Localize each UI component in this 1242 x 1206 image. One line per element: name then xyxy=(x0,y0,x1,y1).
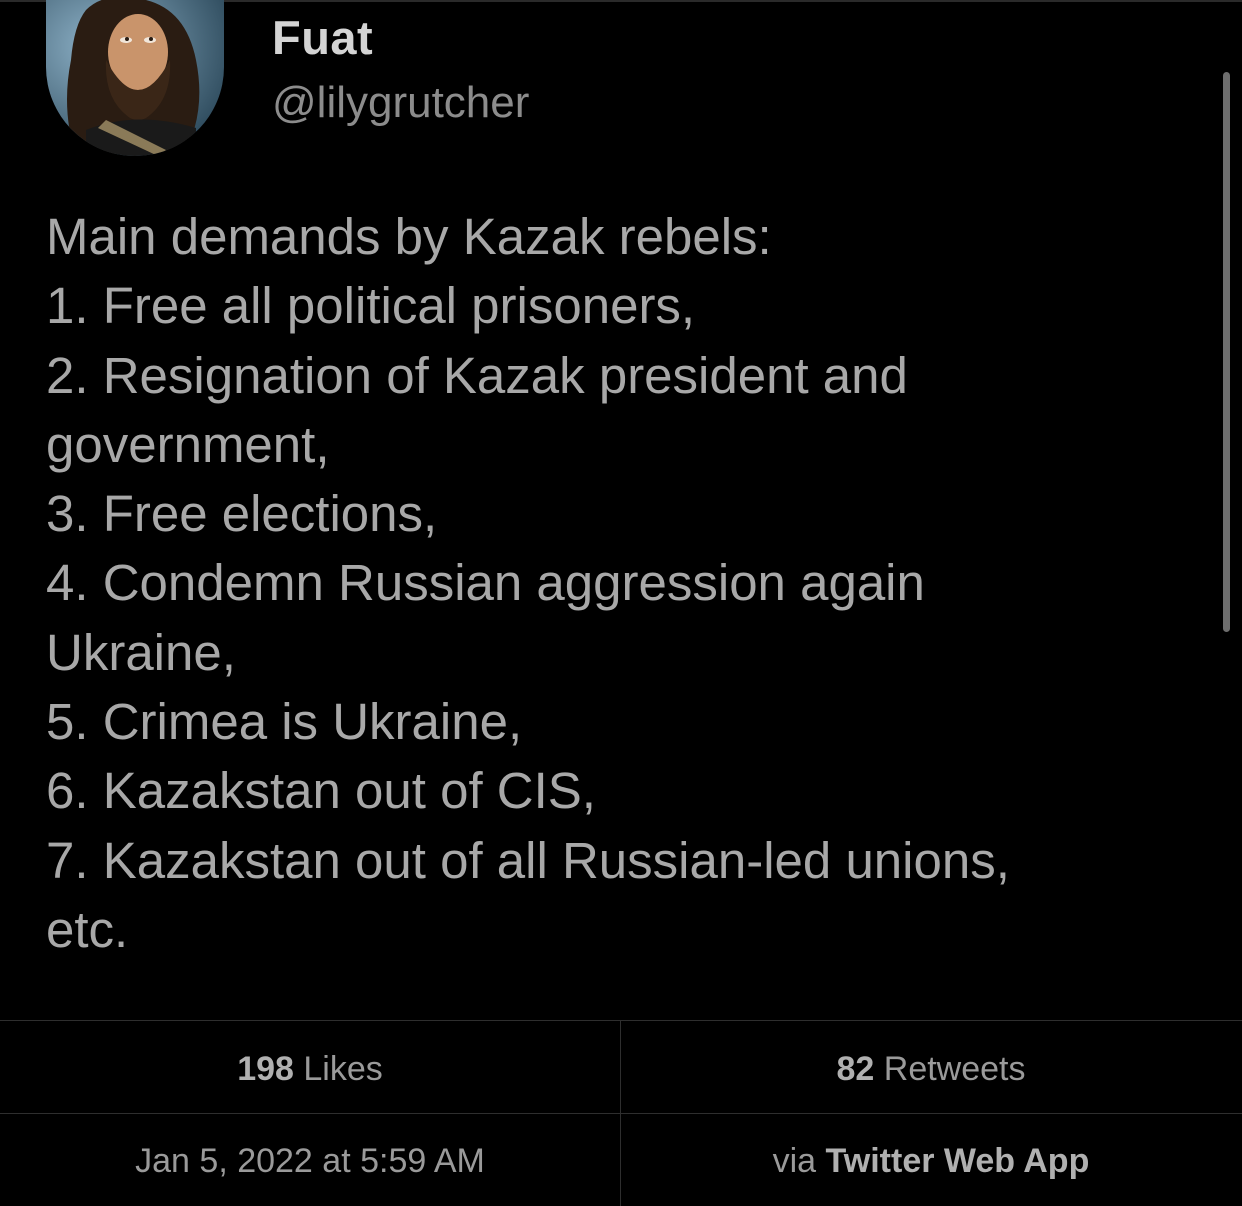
likes-stat[interactable]: 198 Likes xyxy=(0,1049,620,1089)
tweet-line: etc. xyxy=(46,900,129,958)
avatar-image xyxy=(46,0,224,156)
tweet-line: 3. Free elections, xyxy=(46,485,438,543)
tweet-stats: 198 Likes 82 Retweets Jan 5, 2022 at 5:5… xyxy=(0,1020,1242,1206)
avatar[interactable] xyxy=(46,0,224,156)
tweet-line: 4. Condemn Russian aggression again xyxy=(46,554,925,612)
retweets-label: Retweets xyxy=(874,1050,1026,1088)
tweet-line: 1. Free all political prisoners, xyxy=(46,277,696,335)
tweet-line: government, xyxy=(46,415,330,473)
tweet-text: Main demands by Kazak rebels: 1. Free al… xyxy=(46,202,1206,964)
tweet-line: 7. Kazakstan out of all Russian-led unio… xyxy=(46,831,1010,889)
tweet-timestamp: Jan 5, 2022 at 5:59 AM xyxy=(135,1142,485,1180)
likes-count: 198 xyxy=(237,1050,294,1088)
user-handle[interactable]: @lilygrutcher xyxy=(272,78,529,128)
scrollbar[interactable] xyxy=(1223,72,1230,632)
stats-horizontal-divider xyxy=(0,1113,1242,1114)
source-app: Twitter Web App xyxy=(825,1142,1090,1180)
tweet-line: Main demands by Kazak rebels: xyxy=(46,208,772,265)
tweet-source: via Twitter Web App xyxy=(621,1141,1241,1181)
tweet-line: Ukraine, xyxy=(46,623,236,681)
tweet-line: 6. Kazakstan out of CIS, xyxy=(46,762,596,820)
tweet-line: 5. Crimea is Ukraine, xyxy=(46,693,523,751)
retweets-count: 82 xyxy=(836,1050,875,1088)
display-name[interactable]: Fuat xyxy=(272,10,373,65)
tweet-line: 2. Resignation of Kazak president and xyxy=(46,346,908,404)
likes-label: Likes xyxy=(293,1050,383,1088)
via-prefix: via xyxy=(772,1142,826,1180)
retweets-stat[interactable]: 82 Retweets xyxy=(621,1049,1241,1089)
